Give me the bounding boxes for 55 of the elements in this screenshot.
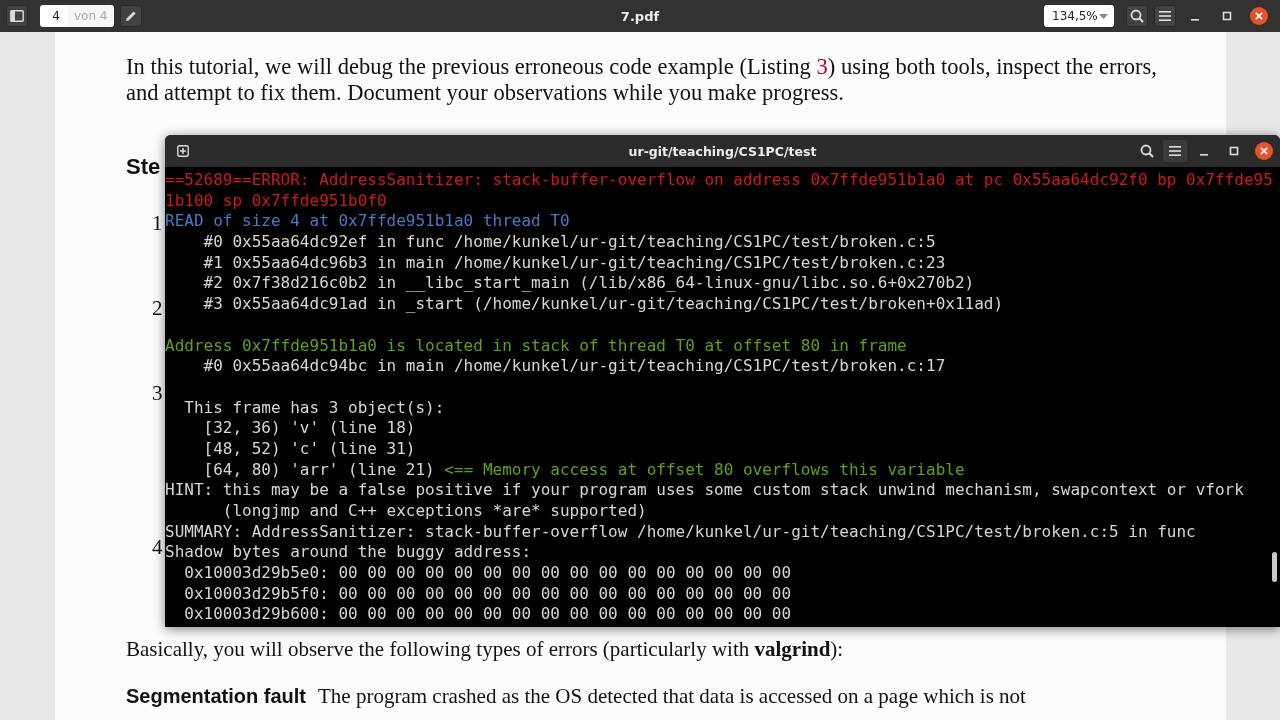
terminal-line: Address 0x7ffde951b1a0 is located in stack of thread T0 at offset 80 in frame [165,335,907,357]
menu-button[interactable] [1163,140,1187,162]
window-title: 7.pdf [620,8,660,24]
step-number: 4 [152,535,163,559]
close-icon [1250,7,1268,25]
terminal-line: 0x10003d29b5f0: 00 00 00 00 00 00 00 00 00 00 00 00 00 00 00 00 [183,583,792,605]
definition-text: The program crashed as the OS detected that data is accessed on a page which is not [318,683,1026,709]
scrollbar-thumb[interactable] [1272,552,1277,582]
terminal-line: 0x10003d29b5e0: 00 00 00 00 00 00 00 00 00 00 00 00 00 00 00 00 [183,563,792,584]
pencil-icon [124,10,137,22]
terminal-line: #1 0x55aa64dc96b3 in main /home/kunkel/ur-git/teaching/CS1PC/test/broken.c:23 [202,252,946,274]
terminal-line: [32, 36) 'v' (line 18) [202,418,416,439]
listing-link[interactable]: 3 [816,54,828,79]
step-number: 2 [152,296,163,320]
new-tab-icon [177,145,189,157]
caret-icon [1099,13,1108,19]
page-total-label: von 4 [68,5,114,27]
terminal-line: HINT: this may be a false positive if your program uses some custom stack unwind mechanism, swapcontext or vfork [165,480,1244,501]
terminal-line: [64, 80) 'arr' (line 21) <== Memory access at offset 80 overflows this variable [202,459,965,481]
search-icon [1130,9,1144,23]
paragraph-text: Basically, you will observe the following types of errors (particularly with valgrind): [126,636,844,662]
maximize-icon [1229,146,1239,156]
terminal-line: This frame has 3 object(s): [183,397,445,419]
step-number: 3 [152,381,163,405]
search-button[interactable] [1126,5,1148,27]
terminal-line: #0 0x55aa64dc92ef in func /home/kunkel/ur-git/teaching/CS1PC/test/broken.c:5 [202,232,936,253]
terminal-line: (longjmp and C++ exceptions *are* supported) [221,501,647,522]
section-heading: Ste [126,154,161,180]
terminal-line: READ of size 4 at 0x7ffde951b1a0 thread T0 [165,211,570,233]
terminal-line: 0x10003d29b600: 00 00 00 00 00 00 00 00 00 00 00 00 00 00 00 00 [183,604,792,626]
sidebar-icon [10,10,24,22]
maximize-icon [1222,11,1232,21]
page-number-field[interactable]: 4 [40,5,68,27]
terminal-title: ur-git/teaching/CS1PC/test [628,143,817,159]
terminal-line: #2 0x7f38d216c0b2 in __libc_start_main (/lib/x86_64-linux-gnu/libc.so.6+0x270b2) [202,273,975,295]
terminal-line: ==52689==ERROR: AddressSanitizer: stack-buffer-overflow on address 0x7ffde951b1a0 at pc 0x55aa64dc92f0 bp 0x7ffde95 [165,170,1273,191]
minimize-icon [1191,19,1199,21]
paragraph-text: In this tutorial, we will debug the previous erroneous code example (Listing 3) using both tools, inspect the errors, and attempt to fix them. Document your observations while you make progress. [126,54,1157,106]
menu-icon [1158,9,1172,23]
search-icon [1140,144,1154,158]
close-icon [1255,142,1273,160]
step-number: 1 [152,211,163,235]
terminal-line: Shadow bytes around the buggy address: [165,542,532,564]
terminal-line: 1b100 sp 0x7ffde951b0f0 [165,190,387,212]
definition-term: Segmentation fault [126,684,306,709]
zoom-dropdown[interactable]: 134,5% [1044,5,1114,27]
terminal-line: SUMMARY: AddressSanitizer: stack-buffer-overflow /home/kunkel/ur-git/teaching/CS1PC/test/broken.c:5 in func [165,521,1196,543]
terminal-line: #3 0x55aa64dc91ad in _start (/home/kunkel/ur-git/teaching/CS1PC/test/broken+0x11ad) [202,294,1004,315]
terminal-line: [48, 52) 'c' (line 31) [202,438,416,460]
annotate-button[interactable] [119,5,142,27]
menu-icon [1168,144,1182,158]
sidebar-toggle-button[interactable] [6,5,28,27]
minimize-icon [1200,154,1208,156]
menu-button[interactable] [1154,5,1176,27]
terminal-line: #0 0x55aa64dc94bc in main /home/kunkel/ur-git/teaching/CS1PC/test/broken.c:17 [202,356,946,377]
